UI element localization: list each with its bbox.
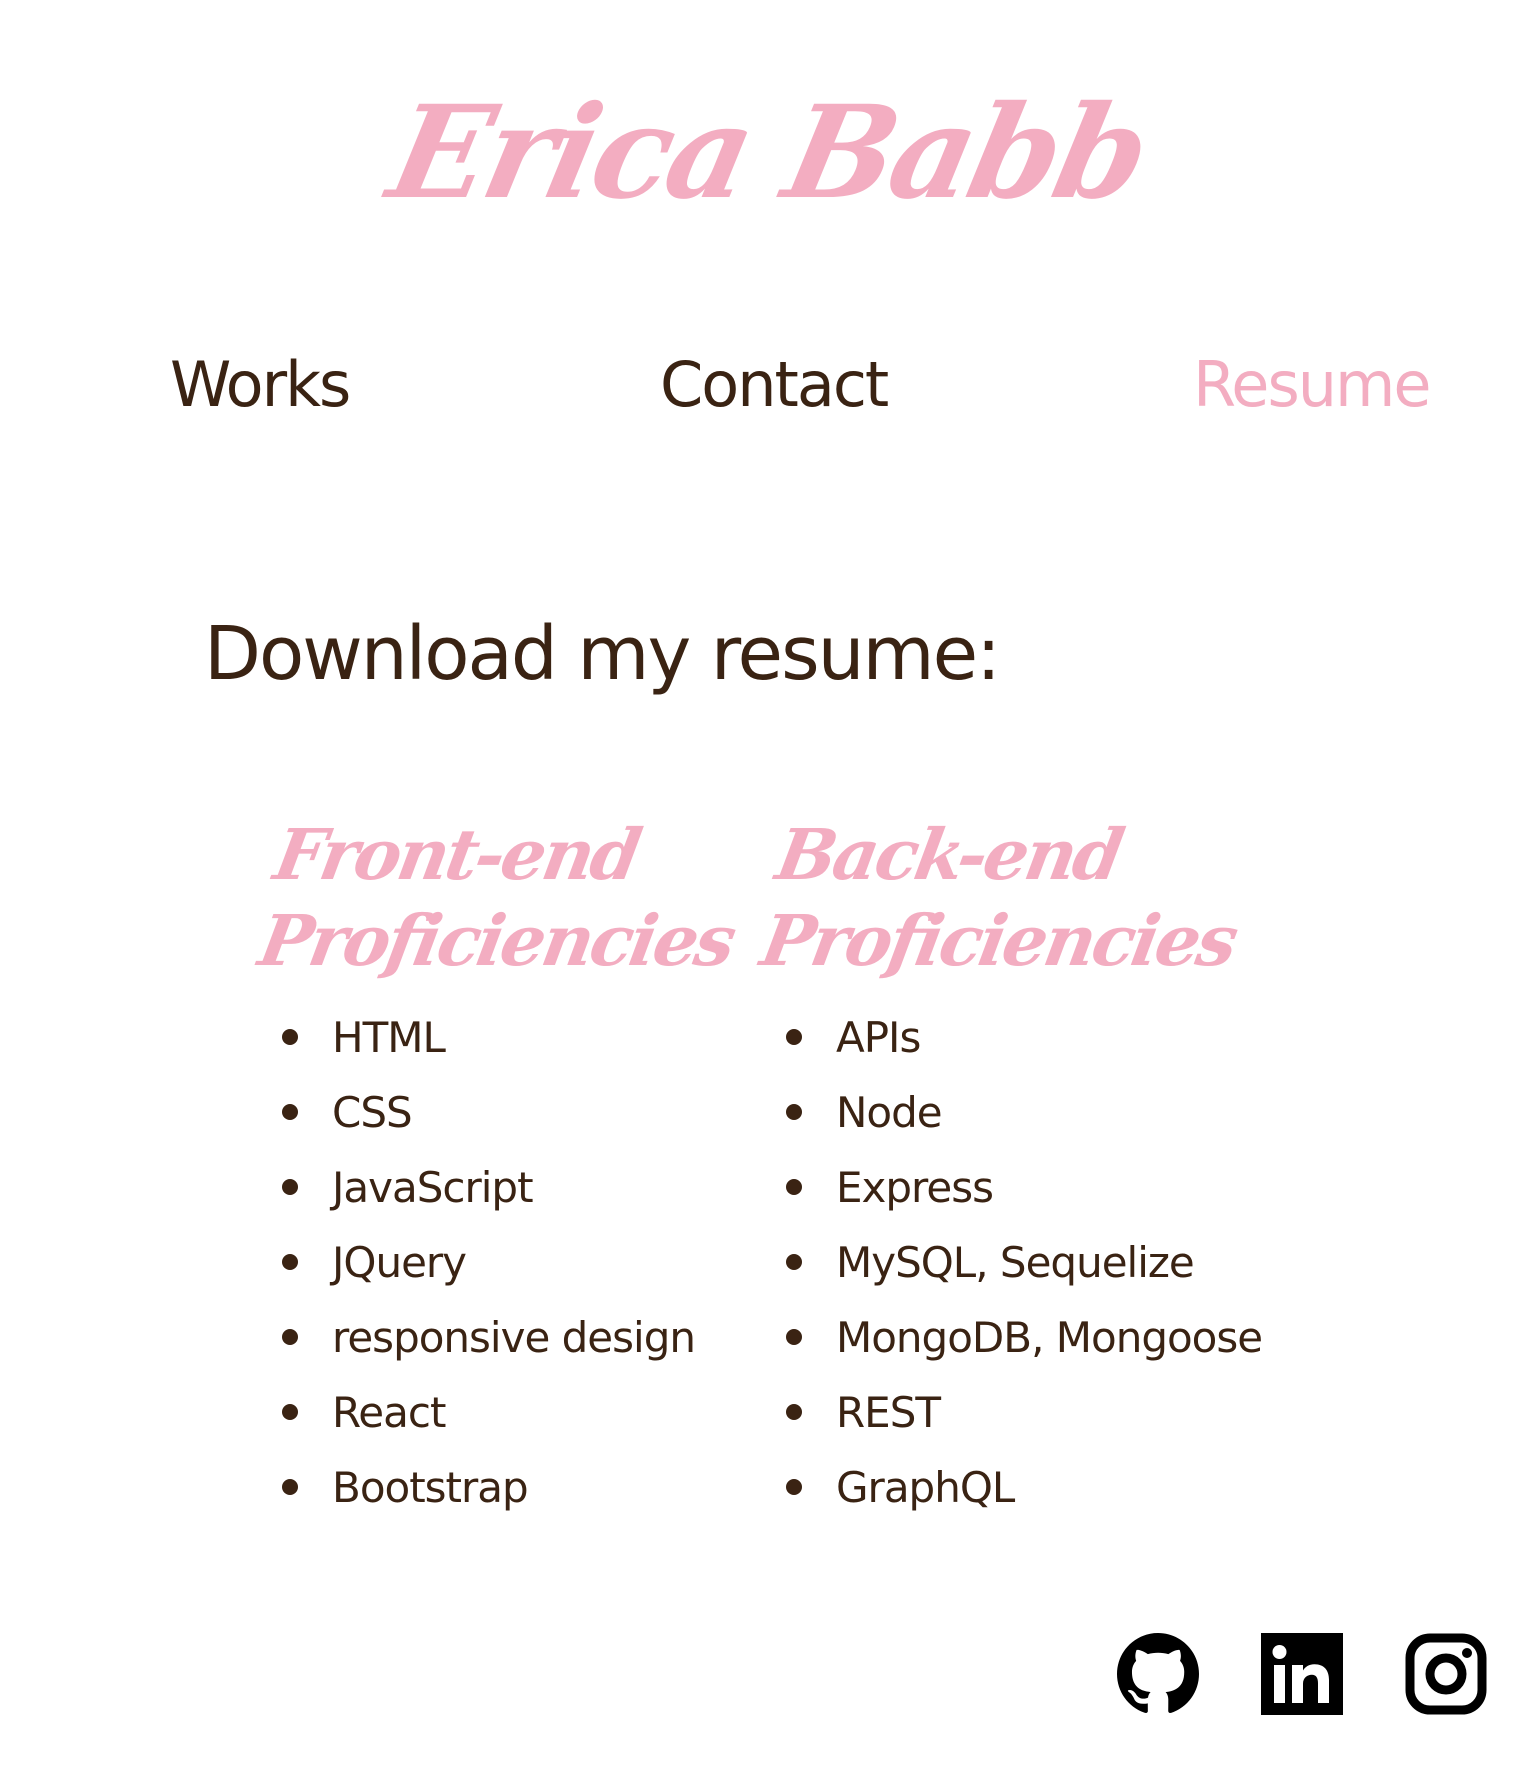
back-end-item-label: REST bbox=[836, 1388, 941, 1437]
back-end-item: REST bbox=[786, 1375, 1262, 1450]
instagram-icon bbox=[1405, 1633, 1487, 1715]
bullet-icon bbox=[786, 1479, 802, 1495]
front-end-item: Bootstrap bbox=[282, 1450, 695, 1525]
bullet-icon bbox=[786, 1179, 802, 1195]
back-end-list: APIs Node Express MySQL, Sequelize Mongo… bbox=[786, 1000, 1263, 1525]
github-icon bbox=[1117, 1633, 1199, 1713]
back-end-heading: Back-end Proficiencies bbox=[755, 812, 1285, 984]
back-end-item: APIs bbox=[786, 1000, 1262, 1075]
back-end-item-label: APIs bbox=[836, 1013, 921, 1062]
bullet-icon bbox=[786, 1254, 802, 1270]
bullet-icon bbox=[282, 1254, 298, 1270]
back-end-item: GraphQL bbox=[786, 1450, 1262, 1525]
bullet-icon bbox=[282, 1179, 298, 1195]
back-end-item: MongoDB, Mongoose bbox=[786, 1300, 1263, 1375]
front-end-item: HTML bbox=[282, 1000, 695, 1075]
github-link[interactable] bbox=[1117, 1633, 1199, 1715]
linkedin-icon bbox=[1261, 1633, 1343, 1715]
bullet-icon bbox=[282, 1329, 298, 1345]
nav-works-link[interactable]: Works bbox=[170, 345, 351, 425]
front-end-item-label: Bootstrap bbox=[332, 1463, 529, 1512]
front-end-list: HTML CSS JavaScript JQuery responsive de… bbox=[282, 1000, 696, 1525]
bullet-icon bbox=[786, 1329, 802, 1345]
bullet-icon bbox=[282, 1404, 298, 1420]
front-end-item-label: responsive design bbox=[332, 1313, 696, 1362]
back-end-item: Node bbox=[786, 1075, 1262, 1150]
back-end-item: Express bbox=[786, 1150, 1262, 1225]
bullet-icon bbox=[282, 1479, 298, 1495]
site-logo[interactable]: Erica Babb bbox=[0, 78, 1536, 228]
instagram-link[interactable] bbox=[1405, 1633, 1487, 1715]
front-end-heading-line2: Proficiencies bbox=[253, 899, 740, 982]
back-end-item-label: MySQL, Sequelize bbox=[836, 1238, 1195, 1287]
bullet-icon bbox=[786, 1404, 802, 1420]
front-end-heading: Front-end Proficiencies bbox=[253, 812, 783, 984]
front-end-item: JQuery bbox=[282, 1225, 695, 1300]
front-end-item-label: HTML bbox=[332, 1013, 446, 1062]
back-end-item-label: GraphQL bbox=[836, 1463, 1015, 1512]
bullet-icon bbox=[786, 1104, 802, 1120]
front-end-heading-line1: Front-end bbox=[268, 813, 645, 896]
back-end-heading-line2: Proficiencies bbox=[755, 899, 1242, 982]
back-end-item-label: Express bbox=[836, 1163, 994, 1212]
nav-resume-link[interactable]: Resume bbox=[1193, 345, 1432, 425]
bullet-icon bbox=[282, 1104, 298, 1120]
bullet-icon bbox=[786, 1029, 802, 1045]
front-end-item: responsive design bbox=[282, 1300, 696, 1375]
bullet-icon bbox=[282, 1029, 298, 1045]
back-end-item: MySQL, Sequelize bbox=[786, 1225, 1262, 1300]
back-end-item-label: MongoDB, Mongoose bbox=[836, 1313, 1263, 1362]
back-end-item-label: Node bbox=[836, 1088, 943, 1137]
front-end-item-label: JavaScript bbox=[332, 1163, 534, 1212]
front-end-item-label: CSS bbox=[332, 1088, 413, 1137]
front-end-item-label: React bbox=[332, 1388, 446, 1437]
back-end-heading-line1: Back-end bbox=[770, 813, 1128, 896]
download-resume-link[interactable]: Download my resume: bbox=[204, 606, 1001, 702]
front-end-item: JavaScript bbox=[282, 1150, 695, 1225]
front-end-item: CSS bbox=[282, 1075, 695, 1150]
front-end-item-label: JQuery bbox=[332, 1238, 467, 1287]
linkedin-link[interactable] bbox=[1261, 1633, 1343, 1715]
front-end-item: React bbox=[282, 1375, 695, 1450]
nav-contact-link[interactable]: Contact bbox=[660, 345, 889, 425]
